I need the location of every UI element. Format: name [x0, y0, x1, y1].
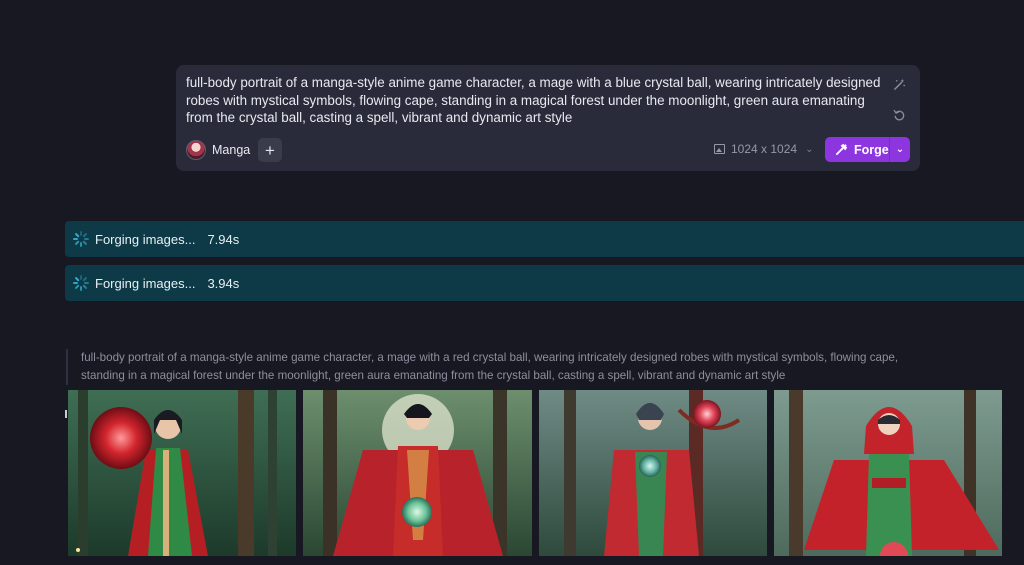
- spinner-dash: [82, 284, 88, 290]
- spinner-dash: [84, 238, 89, 240]
- spinner-dash: [74, 284, 80, 290]
- spinner-dash: [74, 232, 80, 238]
- size-picker[interactable]: 1024 x 1024 ⌄: [714, 142, 813, 156]
- spinner-dash: [82, 276, 88, 282]
- spinner-dash: [80, 242, 82, 247]
- style-chip[interactable]: Manga: [186, 138, 250, 162]
- spinner-dash: [82, 240, 88, 246]
- spinner-dash: [73, 238, 78, 240]
- forge-label: Forge: [854, 142, 889, 157]
- hammer-icon: [835, 143, 848, 156]
- progress-elapsed: 3.94s: [207, 275, 240, 291]
- image-gallery: [68, 390, 1002, 556]
- spinner-dash: [80, 286, 82, 291]
- spinner-dash: [74, 276, 80, 282]
- forge-button[interactable]: Forge ⌄: [825, 137, 910, 162]
- result-prompt: full-body portrait of a manga-style anim…: [66, 349, 926, 385]
- generated-image[interactable]: [303, 390, 532, 556]
- divider-mark: [65, 410, 67, 418]
- chevron-down-icon: ⌄: [805, 143, 814, 155]
- progress-row: Forging images... 7.94s: [65, 221, 1024, 257]
- spinner-dash: [74, 240, 80, 246]
- progress-row: Forging images... 3.94s: [65, 265, 1024, 301]
- forge-main-button[interactable]: Forge: [825, 143, 889, 157]
- plus-icon: +: [265, 140, 275, 160]
- size-label: 1024 x 1024: [731, 142, 798, 156]
- spinner-icon: [73, 231, 89, 247]
- spinner-icon: [73, 275, 89, 291]
- spinner-dash: [73, 282, 78, 284]
- progress-elapsed: 7.94s: [207, 231, 240, 247]
- generated-image[interactable]: [773, 390, 1002, 556]
- prompt-input[interactable]: full-body portrait of a manga-style anim…: [186, 74, 886, 127]
- style-avatar: [186, 140, 206, 160]
- spinner-dash: [84, 282, 89, 284]
- magic-wand-icon[interactable]: [888, 73, 910, 95]
- generated-image[interactable]: [538, 390, 767, 556]
- spinner-dash: [82, 232, 88, 238]
- prompt-card: full-body portrait of a manga-style anim…: [176, 65, 920, 171]
- add-style-button[interactable]: +: [258, 138, 282, 162]
- generated-image[interactable]: [68, 390, 297, 556]
- progress-label: Forging images...: [95, 275, 196, 291]
- image-icon: [714, 144, 725, 154]
- forge-options-chevron-icon[interactable]: ⌄: [890, 144, 910, 155]
- style-label: Manga: [212, 143, 251, 157]
- progress-label: Forging images...: [95, 231, 196, 247]
- undo-icon[interactable]: [888, 104, 910, 126]
